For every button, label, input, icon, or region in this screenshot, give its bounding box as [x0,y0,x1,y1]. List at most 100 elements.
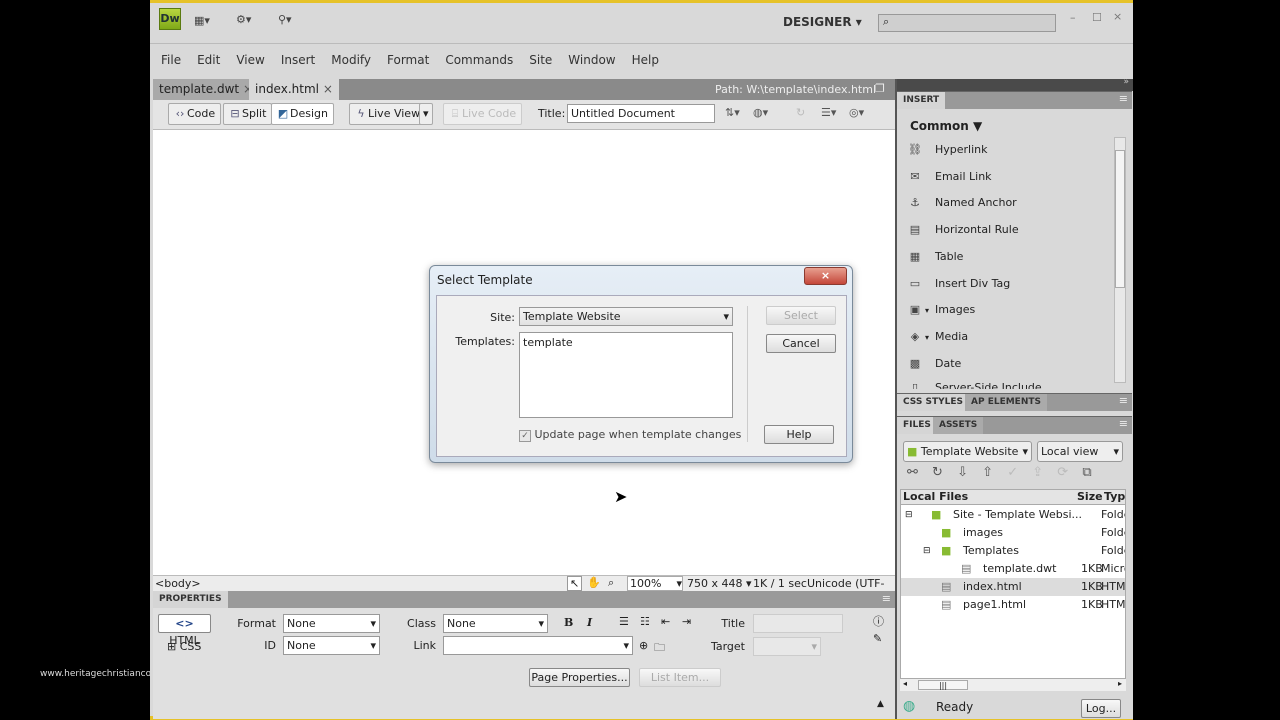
browse-folder-icon[interactable]: 🗀 [654,639,665,658]
ordered-list-icon[interactable]: ☷ [640,615,650,628]
collapse-icon[interactable]: ▲ [877,699,884,709]
css-mode-button[interactable]: ⊞ CSS [167,640,201,653]
id-select[interactable]: None ▾ [283,636,380,655]
column-local-files[interactable]: Local Files [903,490,968,503]
layout-menu-icon[interactable]: ▦▾ [194,14,210,27]
html-mode-button[interactable]: <> HTML [158,614,211,647]
indent-icon[interactable]: ⇥ [682,615,691,628]
log-button[interactable]: Log... [1081,699,1121,718]
template-item[interactable]: template [523,335,729,351]
synchronize-icon[interactable]: ⟳ [1057,465,1068,480]
file-row[interactable]: ■ images Folde [901,524,1125,542]
collapse-panels-icon[interactable]: » [1123,77,1129,87]
menu-site[interactable]: Site [529,53,552,67]
cancel-button[interactable]: Cancel [766,334,836,353]
panel-menu-icon[interactable]: ≡ [1119,394,1128,407]
bold-button[interactable]: B [564,616,573,629]
insert-item-date[interactable]: ▩ Date [905,353,962,375]
file-management-icon[interactable]: ⇅▾ [725,106,740,119]
expand-icon[interactable]: ⧉ [1082,465,1091,480]
gear-icon[interactable]: ⚙▾ [236,13,251,26]
help-button[interactable]: Help [764,425,834,444]
view-select[interactable]: Local view ▾ [1037,441,1123,462]
templates-list[interactable]: template [519,332,733,418]
select-button[interactable]: Select [766,306,836,325]
menu-insert[interactable]: Insert [281,53,315,67]
window-size[interactable]: 750 x 448 ▾ [687,577,752,590]
files-hscrollbar[interactable]: ◂ ||| ▸ [900,679,1126,691]
column-size[interactable]: Size [1077,490,1103,503]
list-item-button[interactable]: List Item... [639,668,721,687]
workspace-switcher[interactable]: DESIGNER ▾ [783,15,862,29]
file-row[interactable]: ⊟ ■ Templates Folde [901,542,1125,560]
dropdown-icon[interactable]: ▾ [925,333,929,342]
properties-header[interactable]: PROPERTIES [153,591,228,608]
live-code-button[interactable]: ⌸ Live Code [443,103,523,125]
panel-menu-icon[interactable]: ≡ [1119,92,1128,105]
menu-format[interactable]: Format [387,53,429,67]
preview-browser-icon[interactable]: ◍▾ [753,106,768,119]
unordered-list-icon[interactable]: ☰ [619,615,629,628]
insert-item-media[interactable]: ◈ ▾ Media [905,326,968,348]
menu-commands[interactable]: Commands [445,53,513,67]
site-select[interactable]: Template Website ▾ [519,307,733,326]
quick-tag-editor-icon[interactable]: ✎ [873,632,882,645]
menu-modify[interactable]: Modify [331,53,371,67]
menu-file[interactable]: File [161,53,181,67]
target-select[interactable]: ▾ [753,637,821,656]
menu-window[interactable]: Window [568,53,615,67]
select-tool-icon[interactable]: ↖ [567,576,583,591]
panel-menu-icon[interactable]: ≡ [1119,417,1128,430]
refresh-icon[interactable]: ↻ [932,465,943,480]
page-properties-button[interactable]: Page Properties... [529,668,630,687]
insert-category-select[interactable]: Common ▼ [910,119,982,133]
tab-index-html[interactable]: index.html × [249,79,339,100]
close-icon[interactable]: × [1113,10,1122,23]
split-view-button[interactable]: ⊟ Split [223,103,273,125]
link-input[interactable]: ▾ [443,636,633,655]
tag-selector[interactable]: <body> [155,577,201,590]
check-out-icon[interactable]: ✓ [1007,465,1018,480]
title-input[interactable]: Untitled Document [567,104,715,123]
minimize-icon[interactable]: – [1070,11,1076,24]
check-in-icon[interactable]: ⇪ [1032,465,1043,480]
visual-aids-icon[interactable]: ◎▾ [849,106,864,119]
format-select[interactable]: None ▾ [283,614,380,633]
collapse-toggle-icon[interactable]: ⊟ [923,542,931,560]
assets-tab[interactable]: ASSETS [933,417,984,434]
insert-item-table[interactable]: ▦ Table [905,246,964,268]
code-view-button[interactable]: ‹› Code [168,103,222,125]
point-to-file-icon[interactable]: ⊕ [639,639,648,652]
menu-help[interactable]: Help [632,53,659,67]
tab-template-dwt[interactable]: template.dwt × [153,79,260,100]
site-icon[interactable]: ⚲▾ [278,13,292,26]
insert-item-insert-div-tag[interactable]: ▭ Insert Div Tag [905,273,1010,295]
live-view-dropdown[interactable]: ▾ [419,103,433,125]
outdent-icon[interactable]: ⇤ [661,615,670,628]
hand-tool-icon[interactable]: ✋ [587,576,601,589]
search-input[interactable]: ⌕ [878,14,1056,32]
insert-item-email-link[interactable]: ✉ Email Link [905,166,991,188]
put-files-icon[interactable]: ⇧ [982,465,993,480]
file-row[interactable]: ⊟ ■ Site - Template Websi... Folde [901,506,1125,524]
maximize-icon[interactable]: ☐ [1092,11,1102,24]
collapse-toggle-icon[interactable]: ⊟ [905,506,913,524]
insert-item-images[interactable]: ▣ ▾ Images [905,299,975,321]
zoom-tool-icon[interactable]: ⌕ [608,576,614,590]
insert-scrollbar[interactable] [1114,137,1126,383]
title-attr-input[interactable] [753,614,843,633]
connect-icon[interactable]: ⚯ [907,465,918,480]
panel-menu-icon[interactable]: ≡ [882,592,891,605]
dialog-close-button[interactable]: × [804,267,847,285]
refresh-icon[interactable]: ↻ [796,106,805,119]
help-icon[interactable]: ⓘ [873,613,884,629]
insert-item-server-side-include[interactable]: ▯ Server-Side Include [905,379,1042,389]
live-view-button[interactable]: ϟ Live View [349,103,427,125]
menu-view[interactable]: View [236,53,264,67]
class-select[interactable]: None ▾ [443,614,548,633]
ap-elements-tab[interactable]: AP ELEMENTS [965,394,1047,411]
files-tab[interactable]: FILES [897,417,937,434]
file-row[interactable]: ▤ index.html 1KBHTMI [901,578,1125,596]
insert-item-horizontal-rule[interactable]: ▤ Horizontal Rule [905,219,1019,241]
column-type[interactable]: Typ [1104,490,1125,503]
